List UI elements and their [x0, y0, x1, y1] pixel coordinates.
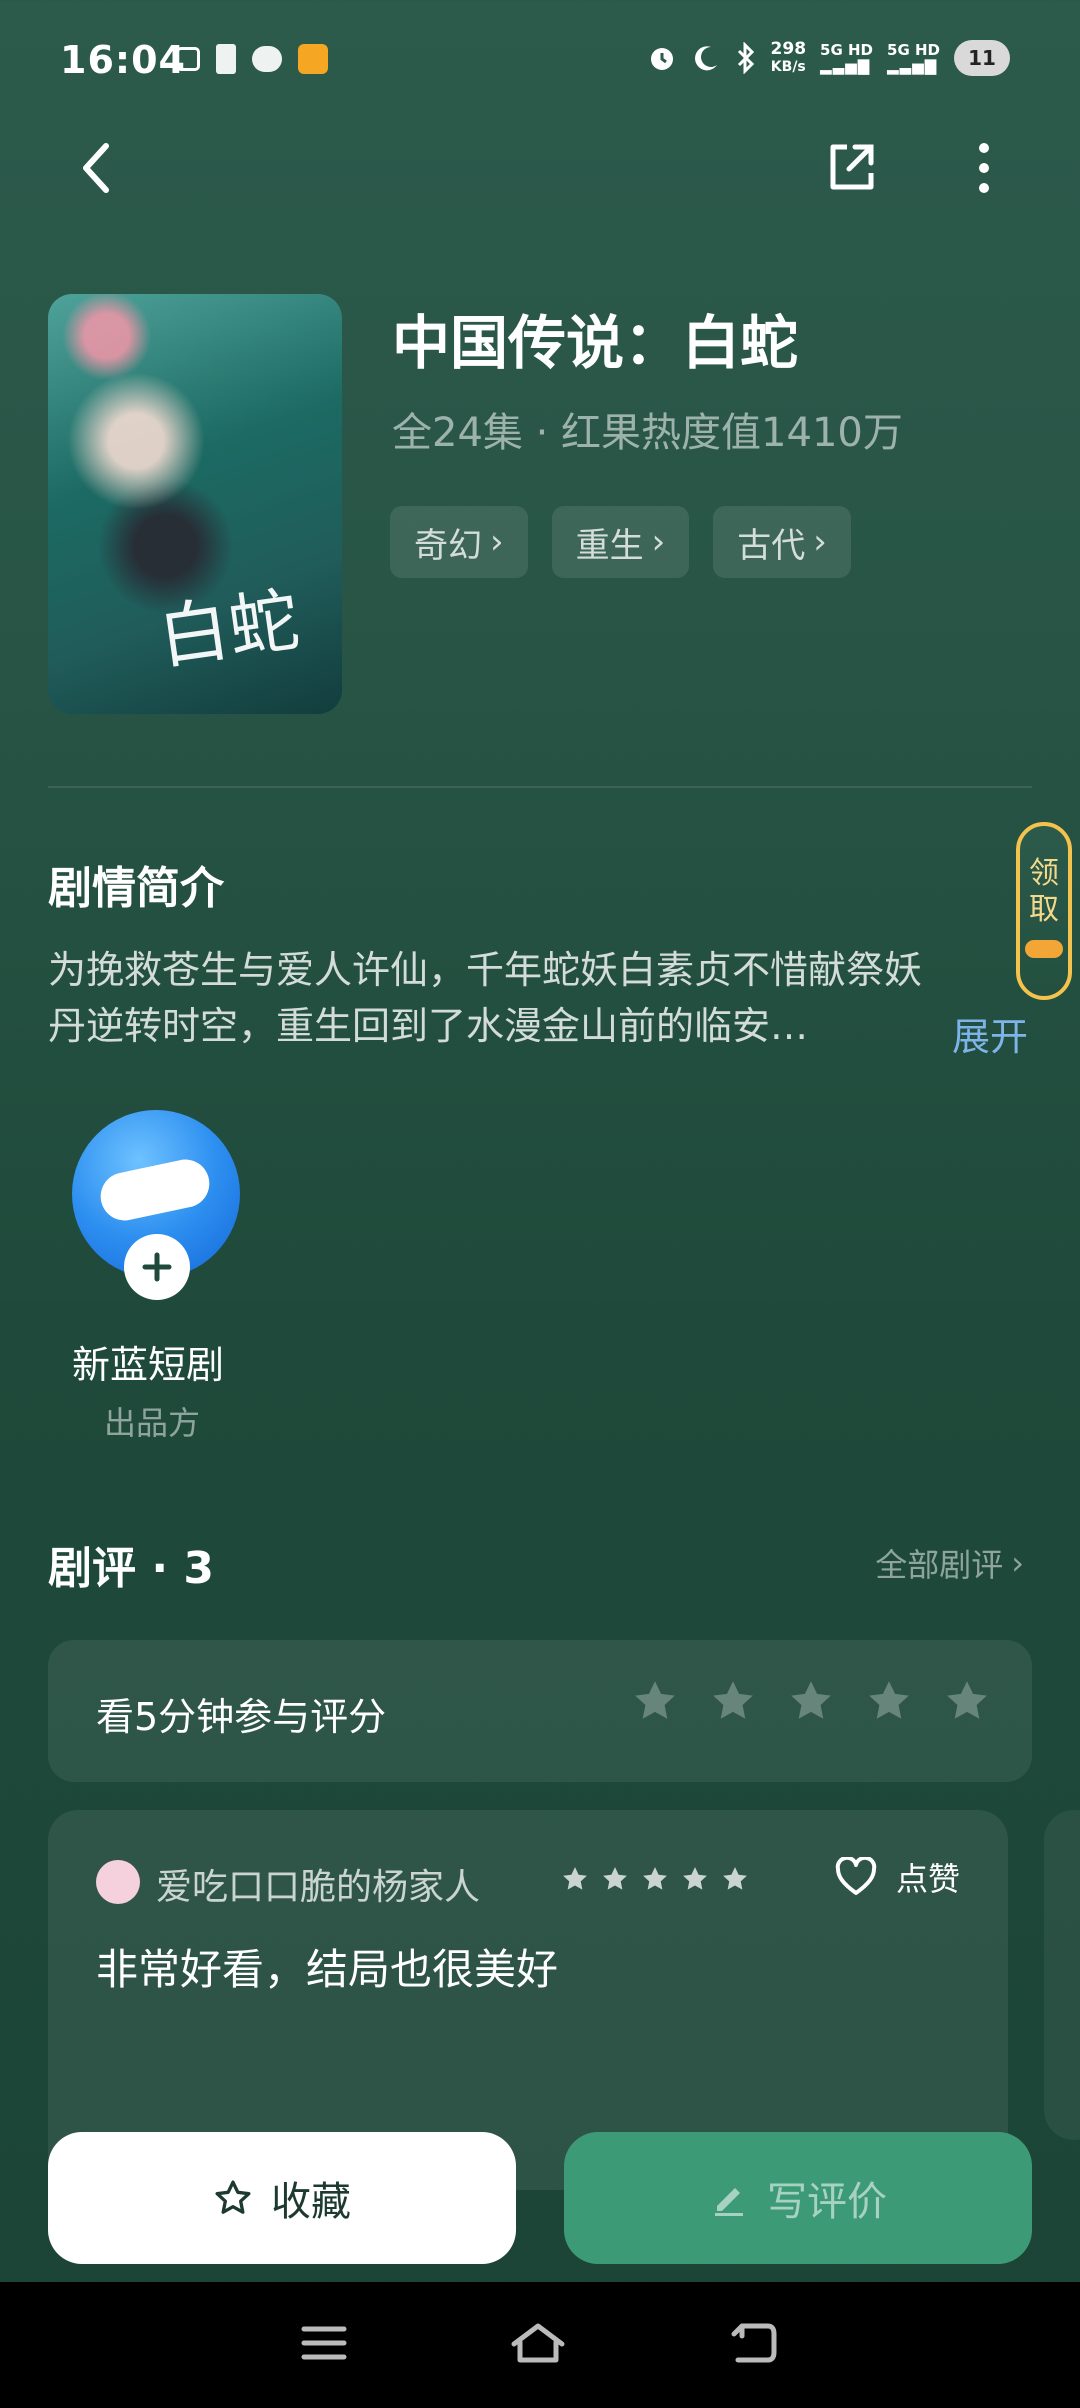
status-icons-right: 298 KB/s 5G HD ▂▃▅▇ 5G HD ▂▃▅▇ 11 — [647, 40, 1010, 76]
more-button[interactable] — [944, 128, 1024, 208]
signal-bars-icon: ▂▃▅▇ — [820, 57, 871, 75]
review-star-icon — [603, 1867, 627, 1890]
back-arrow-icon — [731, 2323, 777, 2363]
drama-poster[interactable]: 白蛇 — [48, 294, 342, 714]
signal-sim2-label: 5G HD — [887, 41, 940, 59]
rating-card: 看5分钟参与评分 — [48, 1640, 1032, 1782]
star-outline-icon — [215, 2180, 251, 2214]
review-star-icon — [683, 1867, 707, 1890]
favorite-button[interactable]: 收藏 — [48, 2132, 516, 2264]
producer-name: 新蓝短剧 — [72, 1343, 225, 1387]
tag-ancient[interactable]: 古代 › — [713, 506, 851, 578]
more-vertical-icon — [979, 143, 989, 193]
rate-star-icon[interactable] — [942, 1676, 992, 1726]
network-speed-unit: KB/s — [770, 59, 806, 75]
drama-title: 中国传说：白蛇 — [392, 309, 799, 377]
poster-title: 白蛇 — [153, 578, 304, 680]
synopsis-heading: 剧情简介 — [48, 863, 224, 914]
divider — [48, 786, 1032, 788]
back-button[interactable] — [56, 128, 136, 208]
battery-indicator: 11 — [954, 40, 1010, 76]
chevron-right-icon: › — [490, 522, 504, 562]
reviewer-avatar — [96, 1860, 140, 1904]
all-reviews-label: 全部剧评 — [875, 1546, 1004, 1584]
plus-icon — [142, 1252, 172, 1282]
back-nav-button[interactable] — [728, 2320, 780, 2370]
sim-card-icon — [216, 44, 236, 74]
all-reviews-link[interactable]: 全部剧评 › — [875, 1540, 1024, 1586]
expand-link[interactable]: 展开 — [952, 1006, 1028, 1061]
review-star-icon — [723, 1867, 747, 1890]
signal-bars-icon: ▂▃▅▇ — [887, 57, 938, 75]
synopsis-line-2: 丹逆转时空，重生回到了水漫金山前的临安… — [48, 1004, 809, 1048]
write-review-button[interactable]: 写评价 — [564, 2132, 1032, 2264]
favorite-label: 收藏 — [271, 2179, 351, 2225]
status-icons-left — [176, 44, 328, 74]
tag-label: 奇幻 — [414, 525, 482, 566]
status-time: 16:04 — [60, 38, 186, 82]
signal-sim1-label: 5G HD — [820, 41, 874, 59]
chevron-right-icon: › — [1011, 1544, 1024, 1582]
signal-sim1: 5G HD ▂▃▅▇ — [820, 42, 873, 74]
signal-sim2: 5G HD ▂▃▅▇ — [887, 42, 940, 74]
review-star-icon — [643, 1867, 667, 1890]
reviews-heading: 剧评 · 3 — [48, 1543, 214, 1594]
producer-role: 出品方 — [104, 1404, 201, 1442]
network-speed: 298 KB/s — [771, 40, 807, 76]
menu-icon — [301, 2326, 347, 2360]
like-button[interactable]: 点赞 — [834, 1854, 960, 1900]
chevron-right-icon: › — [651, 522, 666, 562]
rate-star-icon[interactable] — [708, 1676, 758, 1726]
claim-label-2: 取 — [1029, 892, 1059, 927]
next-review-card-peek[interactable] — [1044, 1810, 1080, 2140]
heart-icon — [835, 1857, 877, 1895]
follow-producer-button[interactable] — [124, 1234, 190, 1300]
rating-prompt: 看5分钟参与评分 — [96, 1695, 387, 1739]
tag-list: 奇幻 › 重生 › 古代 › — [390, 506, 851, 578]
share-icon — [830, 144, 874, 190]
drama-meta: 全24集 · 红果热度值1410万 — [392, 410, 903, 456]
claim-reward-tab[interactable]: 领 取 — [1016, 822, 1072, 1000]
alarm-icon — [650, 48, 673, 70]
home-button[interactable] — [508, 2320, 568, 2370]
synopsis-line-1: 为挽救苍生与爱人许仙，千年蛇妖白素贞不惜献祭妖 — [48, 948, 923, 992]
chevron-left-icon — [83, 143, 109, 193]
like-label: 点赞 — [895, 1860, 960, 1898]
pencil-icon — [715, 2188, 743, 2216]
write-review-label: 写评价 — [767, 2179, 887, 2225]
coin-icon — [1025, 940, 1063, 958]
system-nav-bar — [0, 2282, 1080, 2408]
rate-star-icon[interactable] — [786, 1676, 836, 1726]
rate-star-icon[interactable] — [864, 1676, 914, 1726]
network-speed-value: 298 — [770, 39, 807, 59]
moon-icon — [694, 46, 717, 71]
reviewer-name: 爱吃口口脆的杨家人 — [156, 1867, 481, 1908]
synopsis-text: 为挽救苍生与爱人许仙，千年蛇妖白素贞不惜献祭妖 丹逆转时空，重生回到了水漫金山前… — [48, 942, 1018, 1054]
review-text: 非常好看，结局也很美好 — [96, 1945, 559, 1994]
review-rating-stars — [560, 1864, 750, 1894]
tag-rebirth[interactable]: 重生 › — [551, 506, 690, 578]
rating-stars[interactable] — [630, 1676, 992, 1726]
claim-label-1: 领 — [1029, 856, 1059, 891]
tag-label: 重生 — [575, 525, 644, 566]
bluetooth-icon — [737, 42, 754, 74]
share-button[interactable] — [812, 128, 892, 208]
tag-fantasy[interactable]: 奇幻 › — [390, 506, 528, 578]
review-star-icon — [563, 1867, 587, 1890]
home-icon — [511, 2323, 565, 2363]
tv-icon — [176, 47, 200, 71]
wechat-icon — [252, 46, 282, 72]
producer-logo-icon — [96, 1155, 214, 1225]
weibo-icon — [298, 44, 328, 74]
tag-label: 古代 — [737, 525, 806, 566]
menu-button[interactable] — [300, 2323, 348, 2367]
rate-star-icon[interactable] — [630, 1676, 680, 1726]
chevron-right-icon: › — [813, 522, 827, 562]
